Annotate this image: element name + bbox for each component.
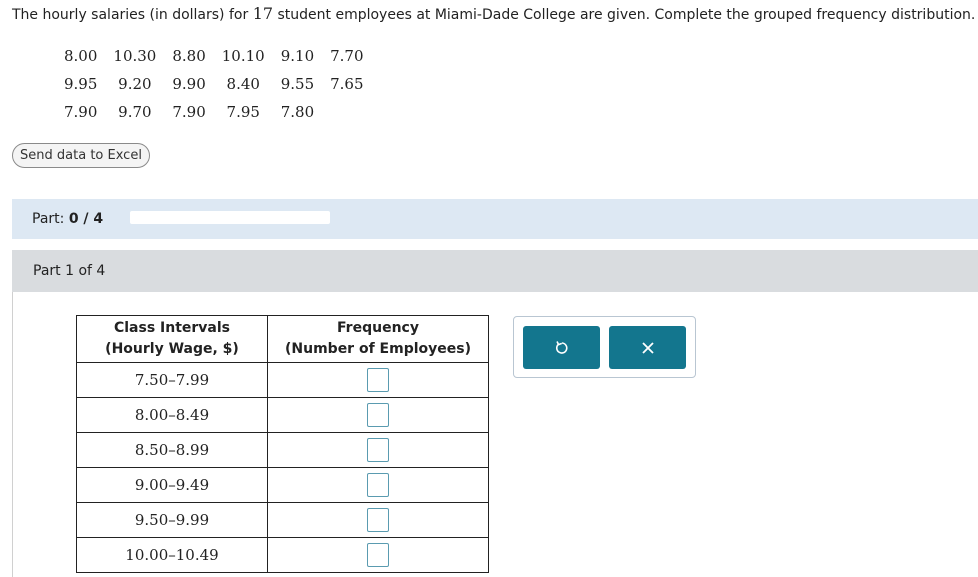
class-interval: 8.00–8.49 [76, 397, 268, 433]
table-row: 8.50–8.99 [76, 432, 489, 468]
table-header-row: Class Intervals (Hourly Wage, $) Frequenc… [76, 315, 489, 363]
frequency-cell [267, 397, 489, 433]
data-value: 9.70 [118, 103, 152, 121]
data-value: 9.95 [64, 75, 98, 93]
frequency-table: Class Intervals (Hourly Wage, $) Frequenc… [76, 315, 489, 573]
data-value: 7.80 [280, 103, 315, 121]
data-value: 9.10 [280, 47, 315, 65]
table-row: 10.00–10.49 [76, 537, 489, 573]
part-progress-bar: Part: 0 / 4 [12, 199, 978, 239]
data-value: 10.10 [221, 47, 265, 65]
frequency-cell [267, 467, 489, 503]
data-value: 7.90 [172, 103, 206, 121]
table-row: 9.50–9.99 [76, 502, 489, 538]
data-value: 7.70 [330, 47, 364, 65]
prompt-text-after: student employees at Miami-Dade College … [273, 7, 976, 23]
clear-button[interactable] [609, 326, 686, 369]
frequency-input[interactable] [367, 543, 389, 567]
class-interval: 7.50–7.99 [76, 362, 268, 398]
frequency-input[interactable] [367, 403, 389, 427]
class-interval: 9.50–9.99 [76, 502, 268, 538]
frequency-cell [267, 362, 489, 398]
data-value: 8.80 [172, 47, 206, 65]
frequency-input[interactable] [367, 368, 389, 392]
frequency-input[interactable] [367, 473, 389, 497]
answer-tools [513, 316, 696, 378]
frequency-cell [267, 537, 489, 573]
send-data-to-excel-button[interactable]: Send data to Excel [12, 143, 150, 168]
table-row: 8.00–8.49 [76, 397, 489, 433]
progress-track [130, 211, 330, 224]
class-intervals-header: Class Intervals (Hourly Wage, $) [76, 315, 268, 363]
data-value: 10.30 [113, 47, 157, 65]
frequency-input[interactable] [367, 438, 389, 462]
data-value: 7.90 [64, 103, 98, 121]
data-value: 9.20 [118, 75, 152, 93]
table-row: 9.00–9.49 [76, 467, 489, 503]
data-value: 8.00 [64, 47, 98, 65]
undo-icon [555, 341, 568, 354]
frequency-cell [267, 502, 489, 538]
data-value: 7.65 [330, 75, 364, 93]
frequency-input[interactable] [367, 508, 389, 532]
data-value: 9.55 [280, 75, 315, 93]
close-icon [641, 342, 654, 354]
data-row: 8.00 10.30 8.80 10.10 9.10 7.70 [56, 42, 372, 70]
part-progress-label: Part: 0 / 4 [32, 211, 104, 227]
data-value: 8.40 [226, 75, 260, 93]
prompt-count: 17 [252, 4, 274, 23]
part-progress-value: 0 / 4 [68, 211, 104, 227]
part-header-label: Part 1 of 4 [33, 263, 106, 279]
frequency-cell [267, 432, 489, 468]
data-row: 7.90 9.70 7.90 7.95 7.80 [56, 98, 372, 126]
data-value: 7.95 [226, 103, 260, 121]
class-interval: 9.00–9.49 [76, 467, 268, 503]
part-header: Part 1 of 4 [12, 250, 978, 292]
data-value: 9.90 [172, 75, 206, 93]
frequency-header: Frequency (Number of Employees) [267, 315, 489, 363]
class-interval: 8.50–8.99 [76, 432, 268, 468]
question-prompt: The hourly salaries (in dollars) for 17 … [12, 5, 978, 24]
data-row: 9.95 9.20 9.90 8.40 9.55 7.65 [56, 70, 372, 98]
undo-button[interactable] [523, 326, 600, 369]
table-row: 7.50–7.99 [76, 362, 489, 398]
data-values-grid: 8.00 10.30 8.80 10.10 9.10 7.70 9.95 9.2… [56, 42, 372, 126]
prompt-text-before: The hourly salaries (in dollars) for [12, 7, 253, 23]
class-interval: 10.00–10.49 [76, 537, 268, 573]
